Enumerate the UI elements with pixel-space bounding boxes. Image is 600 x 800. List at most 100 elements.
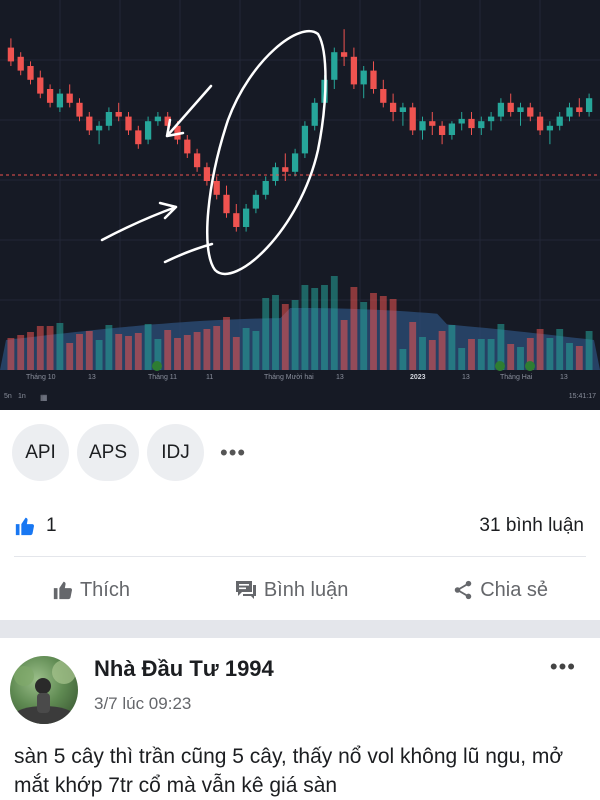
section-separator — [0, 620, 600, 638]
annotation-arrow — [165, 84, 213, 138]
divider — [14, 556, 586, 557]
volume-bar — [193, 332, 201, 370]
candle-body — [301, 125, 309, 154]
x-tick-label: 13 — [88, 374, 96, 381]
comment-count[interactable]: 31 bình luận — [479, 515, 584, 537]
volume-bar — [262, 298, 270, 370]
event-marker — [525, 361, 535, 371]
volume-bar — [419, 337, 426, 370]
candle-body — [497, 102, 505, 117]
post-time[interactable]: 3/7 lúc 09:23 — [94, 694, 191, 714]
candle-body — [340, 52, 348, 57]
interval-5n[interactable]: 5n — [4, 393, 12, 400]
share-button[interactable]: Chia sẻ — [452, 579, 548, 602]
volume-bar — [281, 304, 289, 370]
volume-bar — [448, 325, 456, 370]
avatar-photo — [14, 660, 76, 724]
more-horizontal-icon[interactable]: ••• — [550, 654, 576, 680]
volume-bar — [311, 288, 319, 370]
x-tick-label: 13 — [560, 374, 568, 381]
volume-bar — [85, 331, 93, 370]
volume-bar — [213, 326, 221, 370]
candle-body — [144, 121, 152, 140]
candlestick-chart — [0, 0, 600, 371]
candle-body — [389, 102, 397, 112]
annotation-arrow — [100, 201, 178, 242]
candle-body — [56, 93, 64, 108]
volume-bar — [66, 343, 74, 370]
comment-label: Bình luận — [263, 578, 349, 601]
volume-bar — [507, 344, 515, 370]
volume-bar — [409, 322, 417, 370]
volume-bar — [379, 296, 387, 370]
candle-body — [448, 123, 456, 135]
volume-bar — [350, 287, 358, 370]
candle-body — [409, 107, 416, 131]
candle-body — [566, 107, 573, 117]
candle-body — [282, 167, 289, 172]
comment-icon — [235, 581, 256, 599]
candle-body — [193, 153, 201, 168]
reaction-summary: 1 31 bình luận — [14, 511, 584, 541]
volume-bar — [27, 332, 34, 370]
volume-bar — [330, 276, 338, 370]
annotation-arrow — [163, 242, 214, 264]
candle-body — [154, 116, 162, 122]
comment-button[interactable]: Bình luận — [234, 578, 349, 602]
volume-bar — [487, 339, 495, 370]
candle-body — [438, 125, 446, 135]
interval-1n[interactable]: 1n — [18, 393, 26, 400]
volume-bar — [438, 331, 446, 370]
candle-body — [487, 116, 495, 122]
candle-body — [458, 118, 465, 124]
candle-body — [527, 107, 534, 117]
candle-body — [105, 112, 113, 126]
candle-body — [399, 107, 407, 112]
like-button[interactable]: Thích — [52, 579, 130, 602]
stock-chart-image: Tháng 10 13 Tháng 11 11 Tháng Mười hai 1… — [0, 0, 600, 410]
post-author[interactable]: Nhà Đầu Tư 1994 — [94, 656, 274, 682]
volume-bar — [223, 317, 230, 370]
volume-bar — [428, 340, 436, 370]
candle-body — [37, 77, 44, 94]
volume-bar — [399, 349, 407, 370]
volume-bar — [125, 336, 132, 370]
tag-api[interactable]: API — [12, 424, 69, 481]
volume-bar — [575, 346, 583, 370]
candle-body — [125, 116, 132, 131]
volume-bar — [272, 295, 279, 370]
avatar[interactable] — [10, 656, 78, 724]
volume-bar — [95, 340, 103, 370]
volume-bar — [389, 299, 397, 370]
volume-bar — [566, 343, 573, 370]
x-tick-label: 13 — [336, 374, 344, 381]
candle-body — [350, 56, 358, 85]
candle-body — [468, 118, 475, 129]
volume-bar — [164, 330, 172, 370]
volume-bar — [174, 338, 181, 370]
chart-timestamp: 15:41:17 — [568, 393, 596, 400]
like-summary[interactable]: 1 — [14, 515, 57, 537]
candle-body — [115, 112, 122, 117]
candle-body — [576, 107, 583, 112]
x-tick-label: 2023 — [410, 374, 426, 381]
volume-bar — [291, 300, 299, 370]
volume-bar — [301, 285, 309, 370]
volume-bar — [360, 302, 368, 370]
tag-idj[interactable]: IDJ — [147, 424, 205, 481]
calendar-icon[interactable]: ▦ — [40, 393, 48, 402]
tag-aps[interactable]: APS — [77, 424, 140, 481]
volume-bar — [517, 347, 524, 370]
candle-body — [27, 66, 34, 80]
stock-tags: API APS IDJ ••• — [12, 424, 246, 481]
more-horizontal-icon[interactable]: ••• — [220, 440, 246, 466]
volume-bar — [183, 335, 191, 370]
candle-body — [95, 125, 103, 131]
post-text: sàn 5 cây thì trần cũng 5 cây, thấy nổ v… — [14, 745, 564, 797]
volume-bar — [105, 325, 113, 370]
candle-body — [585, 98, 593, 112]
volume-bar — [477, 339, 485, 370]
volume-bar — [585, 331, 593, 370]
x-tick-label: Tháng 11 — [148, 374, 178, 381]
candle-body — [223, 194, 230, 214]
